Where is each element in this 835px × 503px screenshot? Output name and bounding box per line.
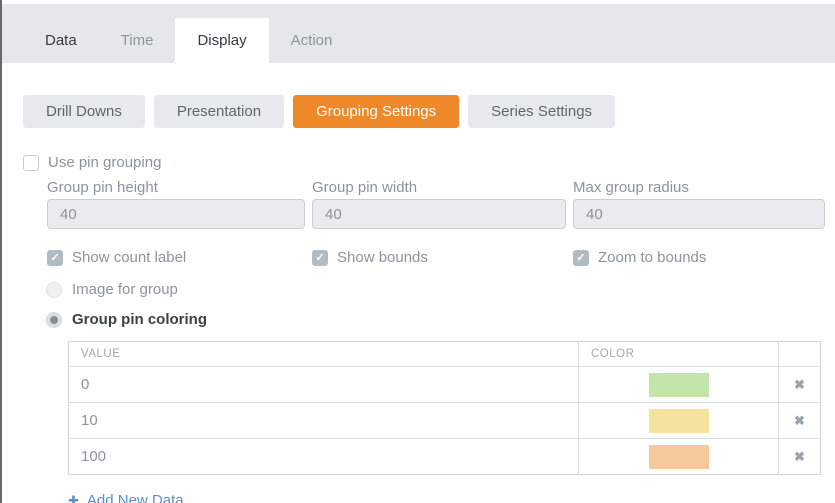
subtab-series-settings[interactable]: Series Settings — [468, 95, 615, 128]
group-pin-width-input — [312, 199, 566, 229]
pin-option-checkboxes: ✓ Show count label ✓ Show bounds ✓ Zoom … — [47, 249, 835, 266]
plus-icon: ✚ — [68, 493, 79, 503]
check-icon: ✓ — [50, 251, 59, 264]
tab-time[interactable]: Time — [99, 18, 176, 63]
show-bounds-checkbox: ✓ — [312, 250, 328, 266]
subtab-grouping-settings-label: Grouping Settings — [316, 103, 436, 120]
show-bounds-row: ✓ Show bounds — [312, 249, 566, 266]
use-pin-grouping-checkbox[interactable]: ✓ — [23, 155, 39, 171]
tab-action[interactable]: Action — [269, 18, 355, 63]
tab-data[interactable]: Data — [23, 18, 99, 63]
tab-action-label: Action — [291, 32, 333, 49]
add-new-data-label: Add New Data… — [87, 492, 199, 503]
tab-display-label: Display — [197, 32, 246, 49]
color-swatch[interactable] — [649, 373, 709, 397]
color-swatch[interactable] — [649, 409, 709, 433]
remove-cell: ✖ — [779, 403, 821, 439]
image-for-group-radio[interactable] — [46, 282, 62, 298]
show-bounds-text: Show bounds — [337, 249, 428, 266]
subtab-presentation[interactable]: Presentation — [154, 95, 284, 128]
remove-cell: ✖ — [779, 439, 821, 475]
show-count-label-text: Show count label — [72, 249, 186, 266]
value-cell[interactable]: 100 — [69, 439, 579, 475]
max-group-radius-label: Max group radius — [573, 179, 825, 196]
group-pin-coloring-option[interactable]: Group pin coloring — [46, 311, 835, 328]
remove-row-icon[interactable]: ✖ — [779, 449, 820, 465]
zoom-to-bounds-text: Zoom to bounds — [598, 249, 706, 266]
table-header-row: VALUE COLOR — [69, 342, 821, 367]
tab-data-label: Data — [45, 32, 77, 49]
remove-row-icon[interactable]: ✖ — [779, 413, 820, 429]
tab-bar: Data Time Display Action — [2, 4, 835, 63]
remove-cell: ✖ — [779, 367, 821, 403]
color-cell — [579, 439, 779, 475]
image-for-group-option[interactable]: Image for group — [46, 281, 835, 298]
group-pin-height-field: Group pin height — [47, 179, 305, 229]
group-pin-height-label: Group pin height — [47, 179, 305, 196]
display-subtab-bar: Drill Downs Presentation Grouping Settin… — [23, 95, 835, 128]
group-pin-coloring-label: Group pin coloring — [72, 311, 207, 328]
check-icon: ✓ — [576, 251, 585, 264]
zoom-to-bounds-row: ✓ Zoom to bounds — [573, 249, 825, 266]
display-tab-content: Drill Downs Presentation Grouping Settin… — [2, 63, 835, 503]
group-pin-width-label: Group pin width — [312, 179, 566, 196]
subtab-drill-downs-label: Drill Downs — [46, 103, 122, 120]
show-count-label-checkbox: ✓ — [47, 250, 63, 266]
use-pin-grouping-row[interactable]: ✓ Use pin grouping — [23, 154, 835, 171]
pin-coloring-table: VALUE COLOR 0 ✖ 10 — [68, 341, 821, 475]
color-cell — [579, 367, 779, 403]
zoom-to-bounds-checkbox: ✓ — [573, 250, 589, 266]
group-style-radios: Image for group Group pin coloring — [46, 281, 835, 328]
group-pin-width-field: Group pin width — [312, 179, 566, 229]
value-column-header: VALUE — [69, 342, 579, 367]
max-group-radius-input — [573, 199, 825, 229]
tab-display[interactable]: Display — [175, 18, 268, 63]
use-pin-grouping-label: Use pin grouping — [48, 154, 161, 171]
table-row: 0 ✖ — [69, 367, 821, 403]
value-cell[interactable]: 0 — [69, 367, 579, 403]
color-cell — [579, 403, 779, 439]
pin-size-fields: Group pin height Group pin width Max gro… — [47, 179, 835, 229]
subtab-grouping-settings[interactable]: Grouping Settings — [293, 95, 459, 128]
remove-row-icon[interactable]: ✖ — [779, 377, 820, 393]
tab-time-label: Time — [121, 32, 154, 49]
table-row: 10 ✖ — [69, 403, 821, 439]
subtab-series-settings-label: Series Settings — [491, 103, 592, 120]
show-count-label-row: ✓ Show count label — [47, 249, 305, 266]
image-for-group-label: Image for group — [72, 281, 178, 298]
table-row: 100 ✖ — [69, 439, 821, 475]
group-pin-coloring-radio[interactable] — [46, 312, 62, 328]
subtab-drill-downs[interactable]: Drill Downs — [23, 95, 145, 128]
group-pin-height-input — [47, 199, 305, 229]
color-swatch[interactable] — [649, 445, 709, 469]
grouping-settings-panel: Data Time Display Action Drill Downs Pre… — [0, 0, 835, 503]
value-cell[interactable]: 10 — [69, 403, 579, 439]
actions-column-header — [779, 342, 821, 367]
max-group-radius-field: Max group radius — [573, 179, 825, 229]
color-column-header: COLOR — [579, 342, 779, 367]
subtab-presentation-label: Presentation — [177, 103, 261, 120]
add-new-data-link[interactable]: ✚ Add New Data… — [68, 492, 199, 503]
check-icon: ✓ — [315, 251, 324, 264]
